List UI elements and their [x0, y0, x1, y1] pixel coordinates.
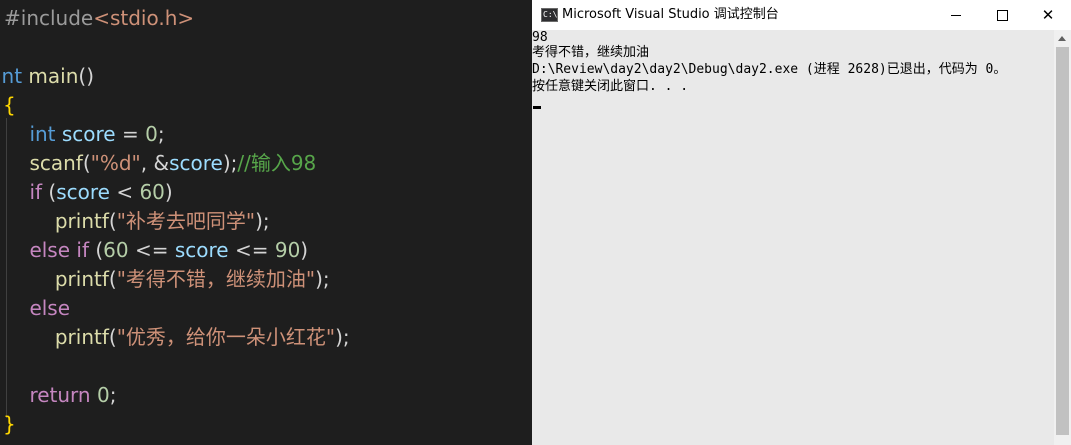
code-line: #include<stdio.h> — [4, 4, 194, 33]
console-output[interactable]: 98 考得不错，继续加油 D:\Review\day2\day2\Debug\d… — [532, 30, 1054, 445]
title-bar[interactable]: C:\ Microsoft Visual Studio 调试控制台 ✕ — [532, 0, 1071, 30]
code-token: else — [29, 296, 71, 320]
code-token: "%d" — [90, 151, 141, 175]
code-line: printf("考得不错，继续加油"); — [4, 265, 330, 294]
code-token: printf — [54, 267, 109, 291]
code-token: return — [29, 383, 91, 407]
code-token: ) — [164, 180, 173, 204]
maximize-icon — [996, 9, 1008, 21]
scroll-up-arrow-icon[interactable] — [1058, 36, 1066, 41]
code-editor[interactable]: #include<stdio.h>int main(){ int score =… — [0, 0, 532, 445]
code-token: int — [29, 122, 56, 146]
code-token: if — [29, 180, 43, 204]
code-token: ); — [335, 325, 350, 349]
window-title: Microsoft Visual Studio 调试控制台 — [562, 7, 779, 22]
code-token: score — [55, 122, 116, 146]
code-line: int score = 0; — [4, 120, 165, 149]
code-token: int — [0, 64, 23, 88]
maximize-button[interactable] — [979, 0, 1025, 30]
code-token: } — [3, 412, 16, 436]
code-token: <stdio.h> — [93, 6, 195, 30]
close-button[interactable]: ✕ — [1025, 0, 1071, 30]
vertical-scrollbar[interactable] — [1054, 30, 1071, 445]
code-token: 60 — [103, 238, 129, 262]
code-token: score — [56, 180, 110, 204]
console-output-line: 98 — [532, 30, 548, 45]
console-app-icon-label: C:\ — [543, 10, 558, 19]
code-token: score — [174, 238, 229, 262]
code-line: if (score < 60) — [4, 178, 173, 207]
code-token: //输入98 — [237, 151, 317, 175]
code-token: ); — [222, 151, 238, 175]
code-token: ( — [89, 238, 104, 262]
console-output-line: 考得不错，继续加油 — [532, 45, 650, 60]
minimize-icon — [951, 14, 961, 16]
code-line: return 0; — [4, 381, 116, 410]
code-token: ; — [109, 383, 117, 407]
code-token: () — [78, 64, 95, 88]
code-line: printf("优秀，给你一朵小红花"); — [4, 323, 350, 352]
code-line: } — [3, 410, 16, 439]
code-token: <= — [128, 238, 175, 262]
code-token: 90 — [274, 238, 301, 262]
code-line: else — [4, 294, 70, 323]
console-app-icon: C:\ — [541, 8, 558, 22]
code-token: ; — [157, 122, 165, 146]
code-token: ( — [42, 180, 57, 204]
code-token: else — [29, 238, 71, 262]
code-token: #include — [4, 6, 94, 30]
code-token: < — [109, 180, 140, 204]
code-token: if — [76, 238, 89, 262]
minimize-button[interactable] — [933, 0, 979, 30]
code-token: { — [3, 93, 16, 117]
code-line: printf("补考去吧同学"); — [4, 207, 270, 236]
code-token: printf — [54, 209, 109, 233]
code-line: scanf("%d", &score);//输入98 — [4, 149, 316, 178]
code-token: 0 — [96, 383, 110, 407]
code-line: else if (60 <= score <= 90) — [4, 236, 308, 265]
code-token: main — [22, 64, 79, 88]
code-token: ( — [108, 325, 117, 349]
scrollbar-thumb[interactable] — [1056, 47, 1069, 435]
code-token: ); — [315, 267, 330, 291]
code-token: ( — [108, 209, 117, 233]
code-token: = — [115, 122, 146, 146]
code-token: printf — [54, 325, 109, 349]
text-cursor — [533, 106, 541, 109]
code-token: ); — [255, 209, 270, 233]
code-token: , & — [140, 151, 170, 175]
code-token: score — [169, 151, 223, 175]
code-token: 60 — [139, 180, 165, 204]
code-token: "考得不错，继续加油" — [116, 267, 316, 291]
code-token: "补考去吧同学" — [116, 209, 256, 233]
console-window: C:\ Microsoft Visual Studio 调试控制台 ✕ 98 考… — [532, 0, 1071, 445]
code-token: ( — [82, 151, 91, 175]
close-icon: ✕ — [1041, 5, 1055, 24]
code-token: scanf — [29, 151, 83, 175]
code-token: ) — [300, 238, 309, 262]
code-line: { — [3, 91, 16, 120]
code-token: 0 — [145, 122, 158, 146]
console-output-line: 按任意键关闭此窗口. . . — [532, 79, 689, 94]
console-output-line: D:\Review\day2\day2\Debug\day2.exe (进程 2… — [532, 62, 1007, 77]
code-token: <= — [228, 238, 275, 262]
code-line: int main() — [0, 62, 94, 91]
code-token: "优秀，给你一朵小红花" — [116, 325, 336, 349]
code-token: ( — [108, 267, 117, 291]
